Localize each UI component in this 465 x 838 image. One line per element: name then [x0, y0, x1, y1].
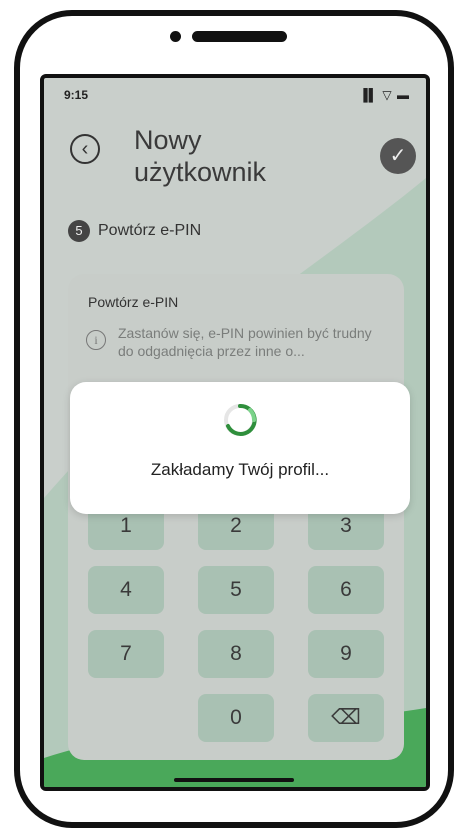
- key-9[interactable]: 9: [308, 630, 384, 678]
- key-7[interactable]: 7: [88, 630, 164, 678]
- confirm-button[interactable]: ✓: [380, 138, 416, 174]
- key-8[interactable]: 8: [198, 630, 274, 678]
- camera-dot: [170, 31, 181, 42]
- home-indicator[interactable]: [174, 778, 294, 782]
- loading-message: Zakładamy Twój profil...: [150, 460, 330, 479]
- loading-dialog: Zakładamy Twój profil...: [70, 382, 410, 514]
- page-title-line1: Nowy: [134, 125, 202, 155]
- backspace-button[interactable]: ⌫: [308, 694, 384, 742]
- key-0[interactable]: 0: [198, 694, 274, 742]
- backspace-icon: ⌫: [331, 706, 361, 729]
- app-screen: 9:15 ▐▌ ▽ ▬ ‹ Nowy użytkownik ✓ 5 Powtór…: [40, 74, 430, 791]
- step-number: 5: [68, 220, 90, 242]
- back-arrow-icon: ‹: [81, 138, 89, 160]
- back-button[interactable]: ‹: [70, 134, 100, 164]
- key-6[interactable]: 6: [308, 566, 384, 614]
- status-icons: ▐▌ ▽ ▬: [359, 88, 410, 102]
- pin-field-label: Powtórz e-PIN: [88, 294, 179, 310]
- status-time: 9:15: [64, 88, 89, 102]
- loading-spinner-icon: [224, 403, 257, 436]
- page-title-line2: użytkownik: [134, 157, 267, 187]
- step-label: Powtórz e-PIN: [98, 222, 202, 239]
- pin-hint-text: Zastanów się, e-PIN powinien być trudny …: [118, 325, 372, 359]
- speaker-grille: [192, 31, 287, 42]
- key-4[interactable]: 4: [88, 566, 164, 614]
- info-icon: i: [86, 330, 106, 350]
- key-5[interactable]: 5: [198, 566, 274, 614]
- checkmark-icon: ✓: [389, 145, 407, 167]
- pin-card: Powtórz e-PIN i Zastanów się, e-PIN powi…: [68, 274, 404, 760]
- page-title: Nowy użytkownik: [134, 124, 266, 188]
- step-indicator: 5 Powtórz e-PIN: [68, 220, 201, 242]
